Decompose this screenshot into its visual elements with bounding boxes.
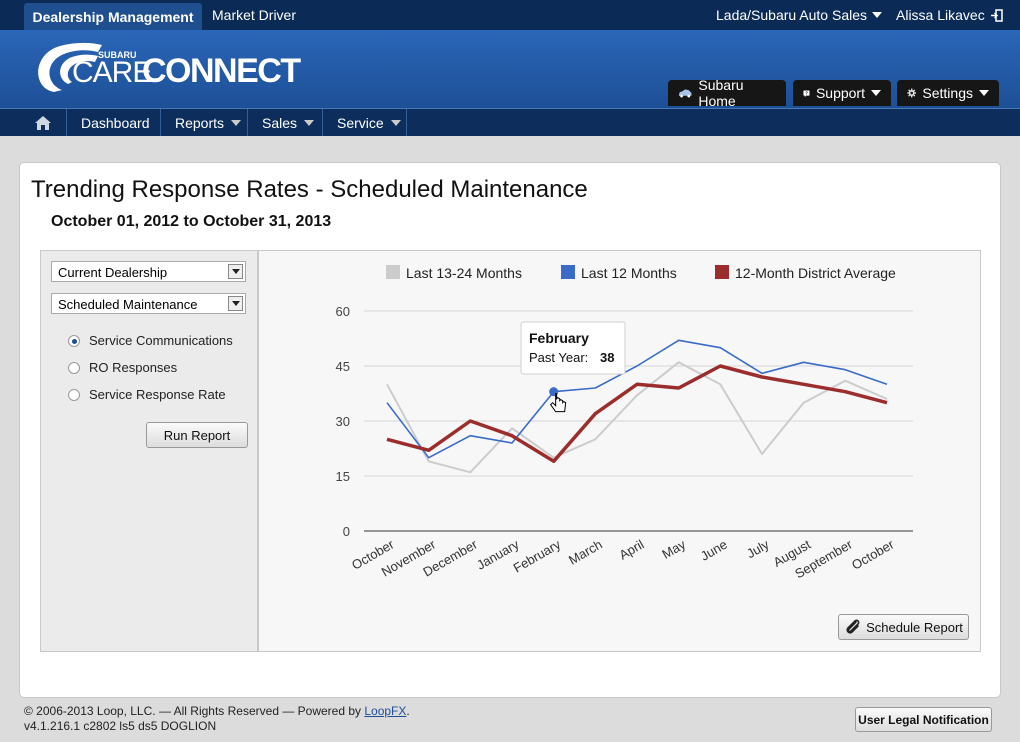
legal-button-label: User Legal Notification <box>858 712 989 727</box>
subaru-home-label: Subaru Home <box>698 77 744 109</box>
subaru-home-button[interactable]: Subaru Home <box>668 77 786 109</box>
nav-dashboard-label: Dashboard <box>81 114 150 131</box>
radio-button[interactable] <box>68 361 80 374</box>
x-tick-label: October <box>849 536 897 572</box>
dealership-select-value: Current Dealership <box>58 265 168 280</box>
radio-button[interactable] <box>68 388 80 401</box>
careconnect-logo: SUBARU CARE CONNECT <box>38 42 303 92</box>
dealer-selector[interactable]: Lada/Subaru Auto Sales <box>716 0 883 30</box>
tooltip-label: Past Year: <box>529 350 588 365</box>
y-tick-label: 15 <box>336 469 350 484</box>
radio-service-communications[interactable]: Service Communications <box>68 333 233 348</box>
nav-reports-label: Reports <box>175 114 225 131</box>
run-report-button[interactable]: Run Report <box>146 422 248 448</box>
x-tick-label: May <box>659 536 688 562</box>
radio-button-selected[interactable] <box>68 334 80 347</box>
footer-text: © 2006-2013 Loop, LLC. — All Rights Rese… <box>24 704 410 734</box>
tab-market-driver[interactable]: Market Driver <box>212 0 296 30</box>
tooltip-title: February <box>529 330 589 346</box>
chevron-down-icon <box>304 119 315 126</box>
legend-swatch <box>386 265 400 279</box>
nav-sales-label: Sales <box>262 114 298 131</box>
run-report-label: Run Report <box>163 427 231 443</box>
category-select-value: Scheduled Maintenance <box>58 297 198 312</box>
settings-button[interactable]: Settings <box>897 80 999 106</box>
schedule-report-button[interactable]: Schedule Report <box>838 614 969 640</box>
line-chart: Last 13-24 Months Last 12 Months 12-Month … <box>336 265 913 581</box>
legend-label: 12-Month District Average <box>735 265 896 281</box>
chevron-down-icon <box>871 90 881 96</box>
svg-text:?: ? <box>805 90 808 95</box>
user-name: Alissa Likavec <box>896 7 985 23</box>
main-nav: Dashboard Reports Sales Service <box>0 108 1020 136</box>
help-icon: ? <box>803 89 810 97</box>
hand-cursor-icon <box>550 393 567 413</box>
chart-series <box>386 339 888 474</box>
nav-sales[interactable]: Sales <box>248 109 323 136</box>
nav-dashboard[interactable]: Dashboard <box>67 109 161 136</box>
nav-reports[interactable]: Reports <box>161 109 248 136</box>
gear-icon <box>907 88 917 98</box>
copyright: © 2006-2013 Loop, LLC. — All Rights Rese… <box>24 704 365 718</box>
y-tick-label: 30 <box>336 414 350 429</box>
dropdown-arrow-icon[interactable] <box>228 296 243 311</box>
settings-label: Settings <box>922 85 973 101</box>
x-tick-label: April <box>616 537 646 563</box>
chevron-down-icon <box>872 12 883 18</box>
user-legal-notification-button[interactable]: User Legal Notification <box>855 707 992 732</box>
x-tick-label: June <box>698 537 730 564</box>
chart-legend: Last 13-24 Months Last 12 Months 12-Month … <box>386 265 896 281</box>
chart-tooltip: February Past Year: 38 <box>520 321 626 413</box>
chevron-down-icon <box>231 119 242 126</box>
nav-home[interactable] <box>20 109 67 136</box>
radio-service-response-rate[interactable]: Service Response Rate <box>68 387 226 402</box>
loopfx-link[interactable]: LoopFX <box>364 704 406 718</box>
series-line <box>386 364 888 464</box>
radio-label: Service Response Rate <box>89 387 226 402</box>
radio-label: Service Communications <box>89 333 233 348</box>
radio-ro-responses[interactable]: RO Responses <box>68 360 177 375</box>
page-title: Trending Response Rates - Scheduled Main… <box>31 176 588 203</box>
y-tick-label: 45 <box>336 359 350 374</box>
category-select[interactable]: Scheduled Maintenance <box>51 293 246 314</box>
top-bar: Dealership Management Market Driver Lada… <box>0 0 1020 30</box>
x-tick-label: February <box>511 536 564 575</box>
support-label: Support <box>815 85 865 101</box>
tab-dealership-management[interactable]: Dealership Management <box>24 3 202 30</box>
series-line <box>386 361 888 474</box>
dealership-select[interactable]: Current Dealership <box>51 261 246 282</box>
car-icon <box>678 89 692 98</box>
copyright-period: . <box>406 704 410 718</box>
svg-text:CARE: CARE <box>72 56 151 89</box>
support-button[interactable]: ? Support <box>793 80 891 106</box>
paperclip-icon <box>846 619 860 634</box>
svg-text:CONNECT: CONNECT <box>142 52 301 90</box>
y-tick-label: 0 <box>343 524 350 539</box>
logout-icon[interactable] <box>990 8 1003 22</box>
chevron-down-icon <box>979 90 989 96</box>
legend-swatch <box>715 265 729 279</box>
legend-label: Last 13-24 Months <box>406 265 522 281</box>
date-range: October 01, 2012 to October 31, 2013 <box>51 213 332 230</box>
home-icon <box>35 115 51 130</box>
version-info: v4.1.216.1 c2802 ls5 ds5 DOGLION <box>24 719 217 733</box>
x-tick-label: July <box>744 536 772 561</box>
dealer-name: Lada/Subaru Auto Sales <box>716 7 868 23</box>
y-tick-label: 60 <box>336 304 350 319</box>
legend-label: Last 12 Months <box>581 265 677 281</box>
dropdown-arrow-icon[interactable] <box>228 264 243 279</box>
x-tick-label: March <box>566 537 605 568</box>
nav-service-label: Service <box>337 114 384 131</box>
legend-swatch <box>561 265 575 279</box>
x-axis-labels: OctoberNovemberDecemberJanuaryFebruary Ma… <box>349 536 897 581</box>
user-menu[interactable]: Alissa Likavec <box>896 0 1003 30</box>
tooltip-value: 38 <box>600 350 614 365</box>
nav-service[interactable]: Service <box>323 109 407 136</box>
radio-label: RO Responses <box>89 360 178 375</box>
chevron-down-icon <box>390 119 401 126</box>
schedule-report-label: Schedule Report <box>866 619 963 635</box>
